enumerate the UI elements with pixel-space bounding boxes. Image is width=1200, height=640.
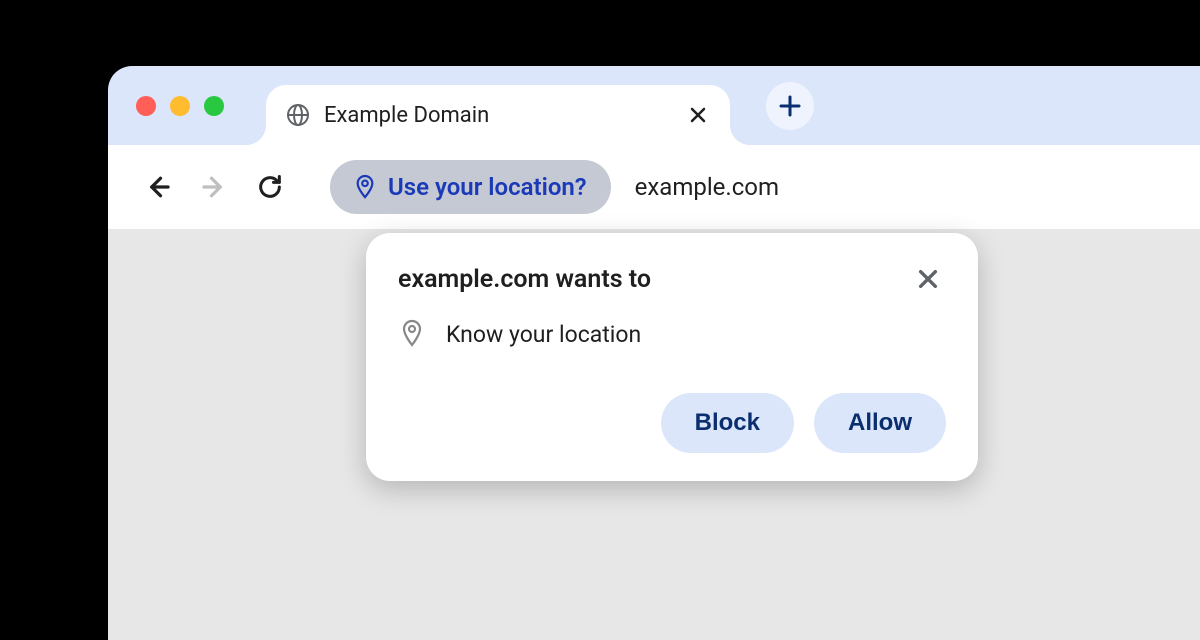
permission-chip[interactable]: Use your location? [330, 160, 611, 214]
window-minimize-button[interactable] [170, 96, 190, 116]
browser-window: Example Domain Use your location? [108, 66, 1200, 640]
permission-popup-close-button[interactable] [910, 261, 946, 297]
toolbar: Use your location? example.com [108, 145, 1200, 229]
permission-request-text: Know your location [446, 321, 641, 348]
permission-popup-title: example.com wants to [398, 265, 651, 294]
window-controls [136, 96, 224, 116]
location-pin-icon [400, 319, 424, 349]
permission-popup-header: example.com wants to [398, 261, 946, 297]
permission-actions: Block Allow [398, 393, 946, 453]
back-button[interactable] [136, 165, 180, 209]
permission-request-row: Know your location [398, 319, 946, 349]
globe-icon [286, 103, 310, 127]
titlebar: Example Domain [108, 66, 1200, 145]
permission-chip-label: Use your location? [388, 173, 587, 201]
browser-tab[interactable]: Example Domain [266, 85, 730, 145]
address-bar[interactable]: Use your location? example.com [330, 160, 779, 214]
new-tab-button[interactable] [766, 82, 814, 130]
tab-close-button[interactable] [686, 103, 710, 127]
forward-button[interactable] [192, 165, 236, 209]
url-text[interactable]: example.com [635, 173, 779, 201]
block-button[interactable]: Block [661, 393, 794, 453]
permission-popup: example.com wants to Know your location … [366, 233, 978, 481]
window-close-button[interactable] [136, 96, 156, 116]
tab-title: Example Domain [324, 103, 672, 128]
allow-button[interactable]: Allow [814, 393, 946, 453]
location-pin-icon [354, 174, 376, 200]
window-maximize-button[interactable] [204, 96, 224, 116]
reload-button[interactable] [248, 165, 292, 209]
